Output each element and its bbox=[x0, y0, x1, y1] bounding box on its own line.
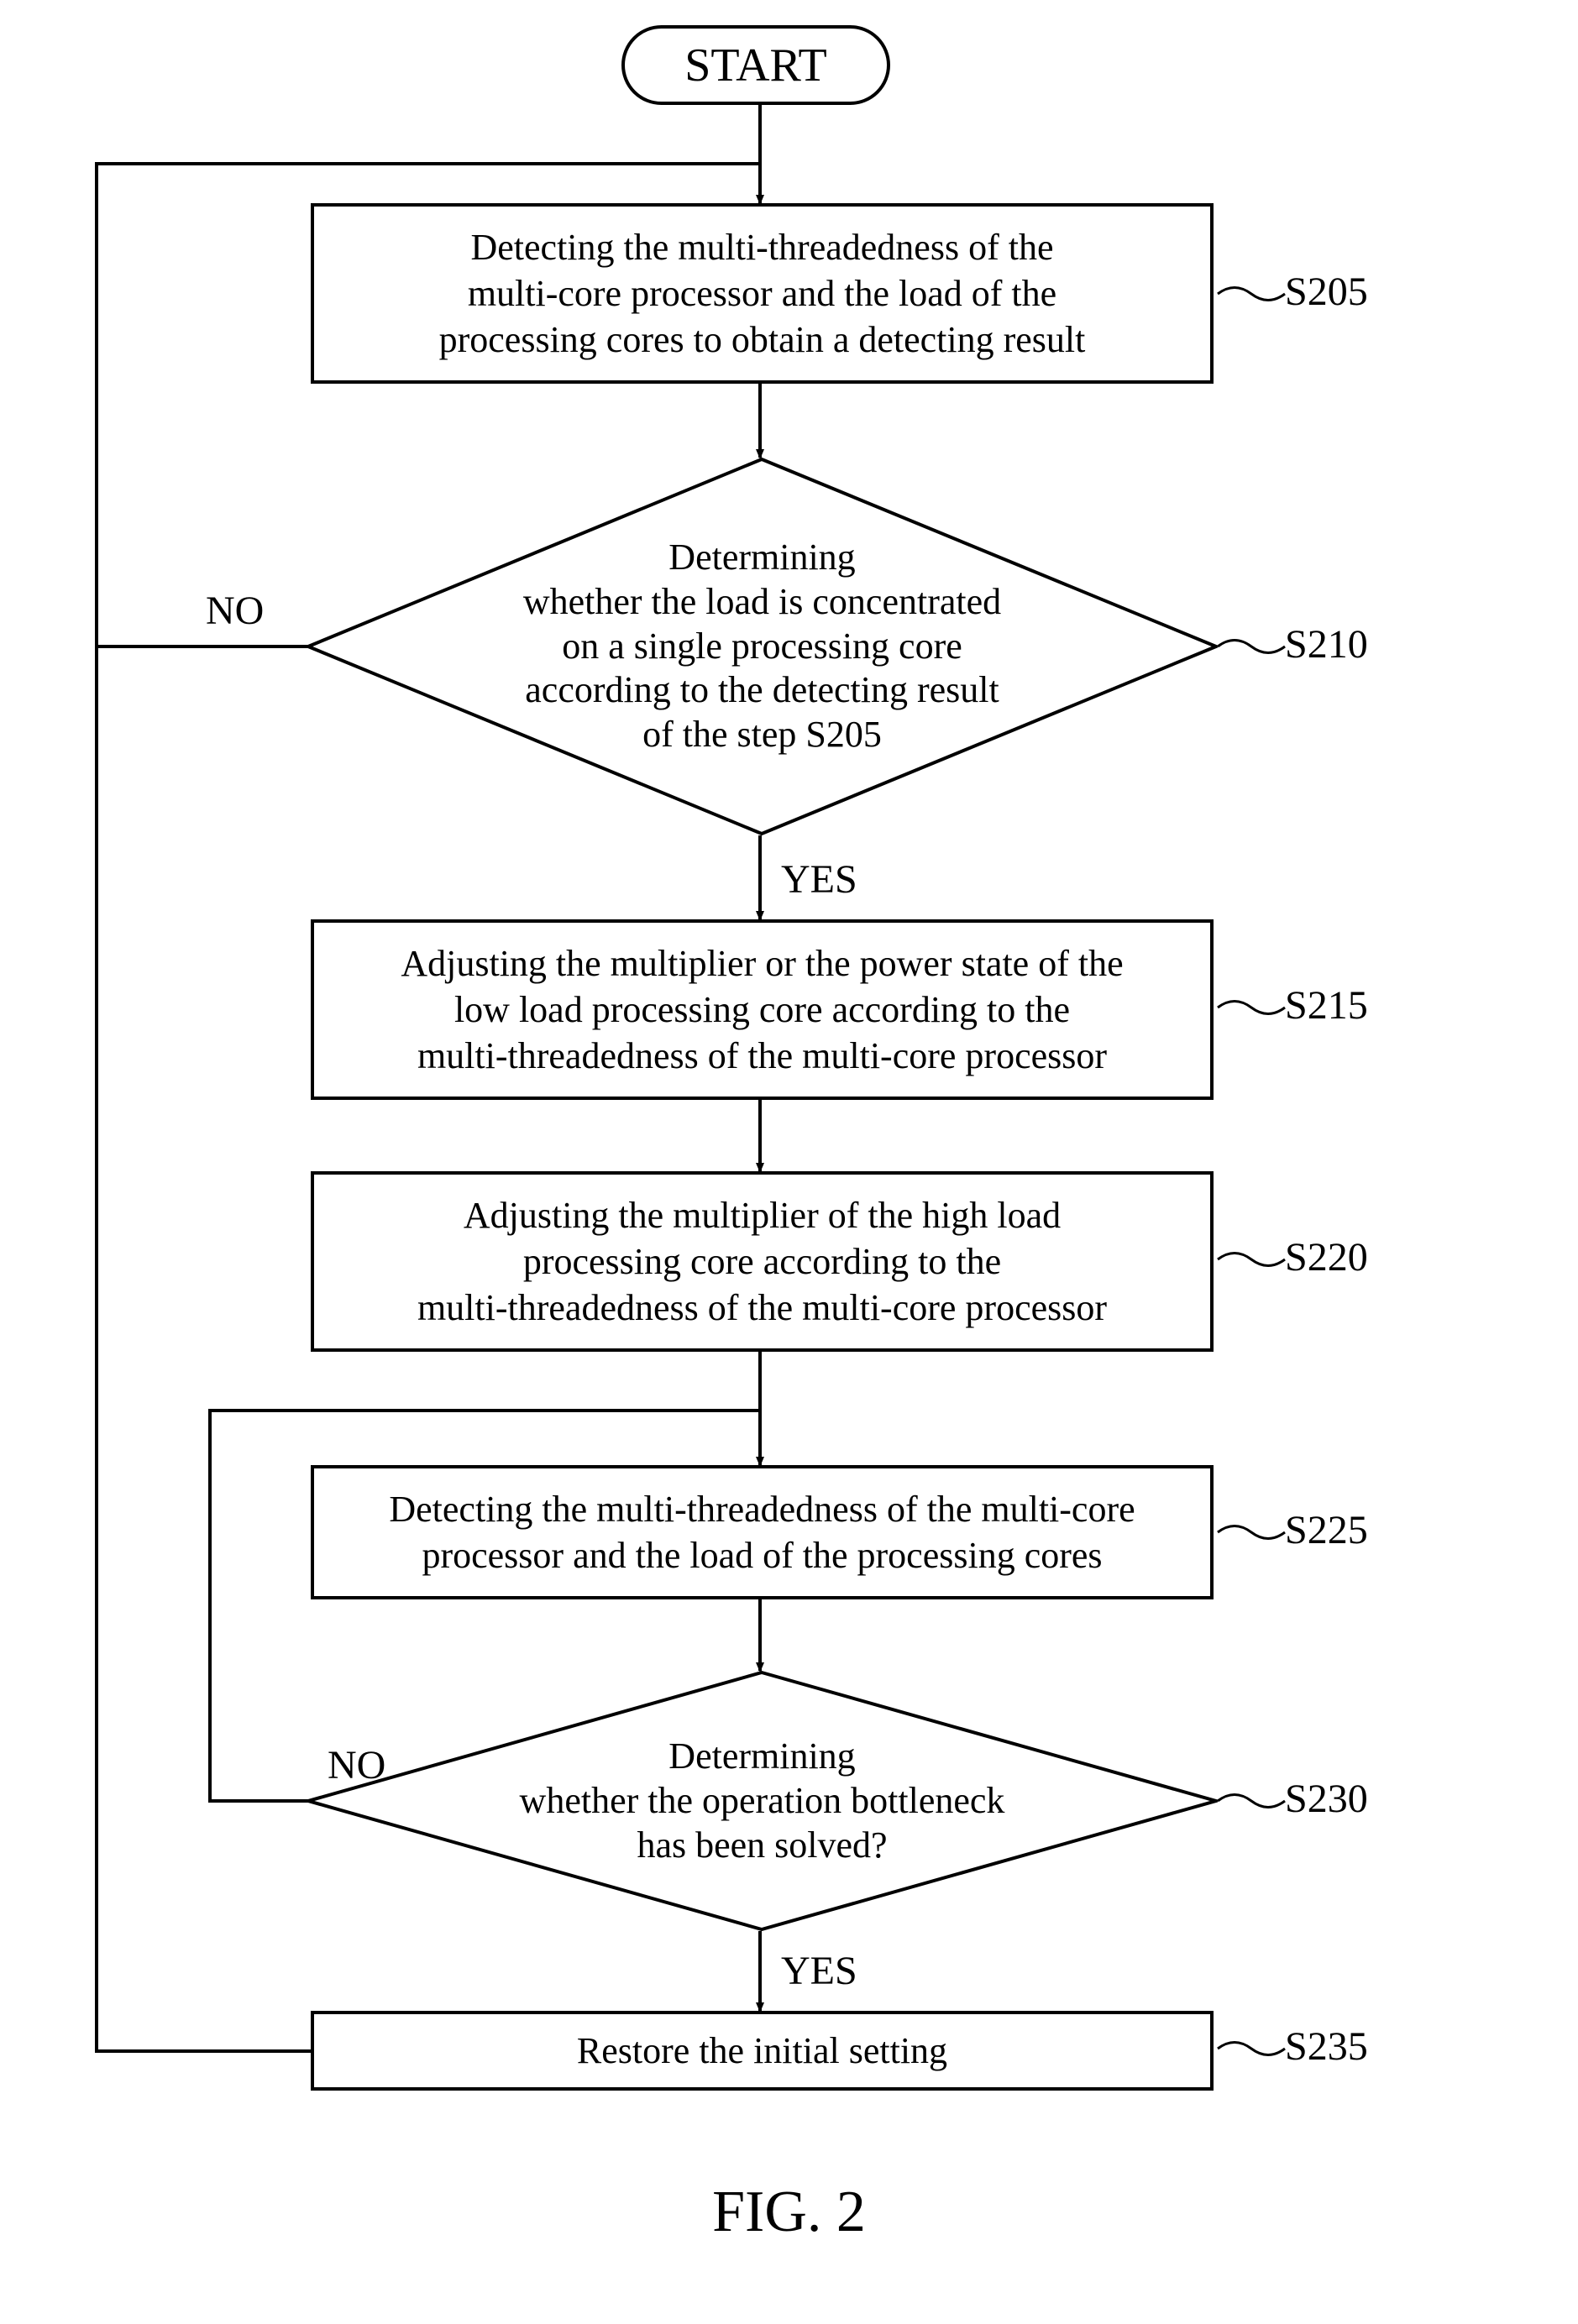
process-s225-text: Detecting the multi-threadedness of the … bbox=[389, 1486, 1135, 1578]
step-id-s215: S215 bbox=[1285, 982, 1368, 1029]
figure-caption: FIG. 2 bbox=[0, 2179, 1578, 2246]
start-label: START bbox=[684, 39, 827, 92]
edge-yes-s230: YES bbox=[781, 1948, 857, 1994]
start-terminator: START bbox=[621, 25, 890, 105]
decision-s210: Determining whether the load is concentr… bbox=[307, 458, 1218, 835]
step-id-s235: S235 bbox=[1285, 2023, 1368, 2070]
process-s220-text: Adjusting the multiplier of the high loa… bbox=[417, 1192, 1107, 1331]
process-s235-text: Restore the initial setting bbox=[577, 2028, 947, 2074]
process-s205: Detecting the multi-threadedness of the … bbox=[311, 203, 1214, 384]
step-id-s220: S220 bbox=[1285, 1234, 1368, 1280]
process-s235: Restore the initial setting bbox=[311, 2011, 1214, 2091]
step-id-s225: S225 bbox=[1285, 1507, 1368, 1553]
process-s215-text: Adjusting the multiplier or the power st… bbox=[401, 940, 1123, 1079]
edge-yes-s210: YES bbox=[781, 856, 857, 903]
step-id-s210: S210 bbox=[1285, 621, 1368, 667]
process-s215: Adjusting the multiplier or the power st… bbox=[311, 919, 1214, 1100]
decision-s230: Determining whether the operation bottle… bbox=[307, 1671, 1218, 1931]
process-s220: Adjusting the multiplier of the high loa… bbox=[311, 1171, 1214, 1352]
edge-no-s210: NO bbox=[206, 588, 264, 634]
process-s225: Detecting the multi-threadedness of the … bbox=[311, 1465, 1214, 1599]
process-s205-text: Detecting the multi-threadedness of the … bbox=[439, 224, 1086, 363]
step-id-s230: S230 bbox=[1285, 1776, 1368, 1822]
edge-no-s230: NO bbox=[328, 1742, 385, 1788]
step-id-s205: S205 bbox=[1285, 269, 1368, 315]
